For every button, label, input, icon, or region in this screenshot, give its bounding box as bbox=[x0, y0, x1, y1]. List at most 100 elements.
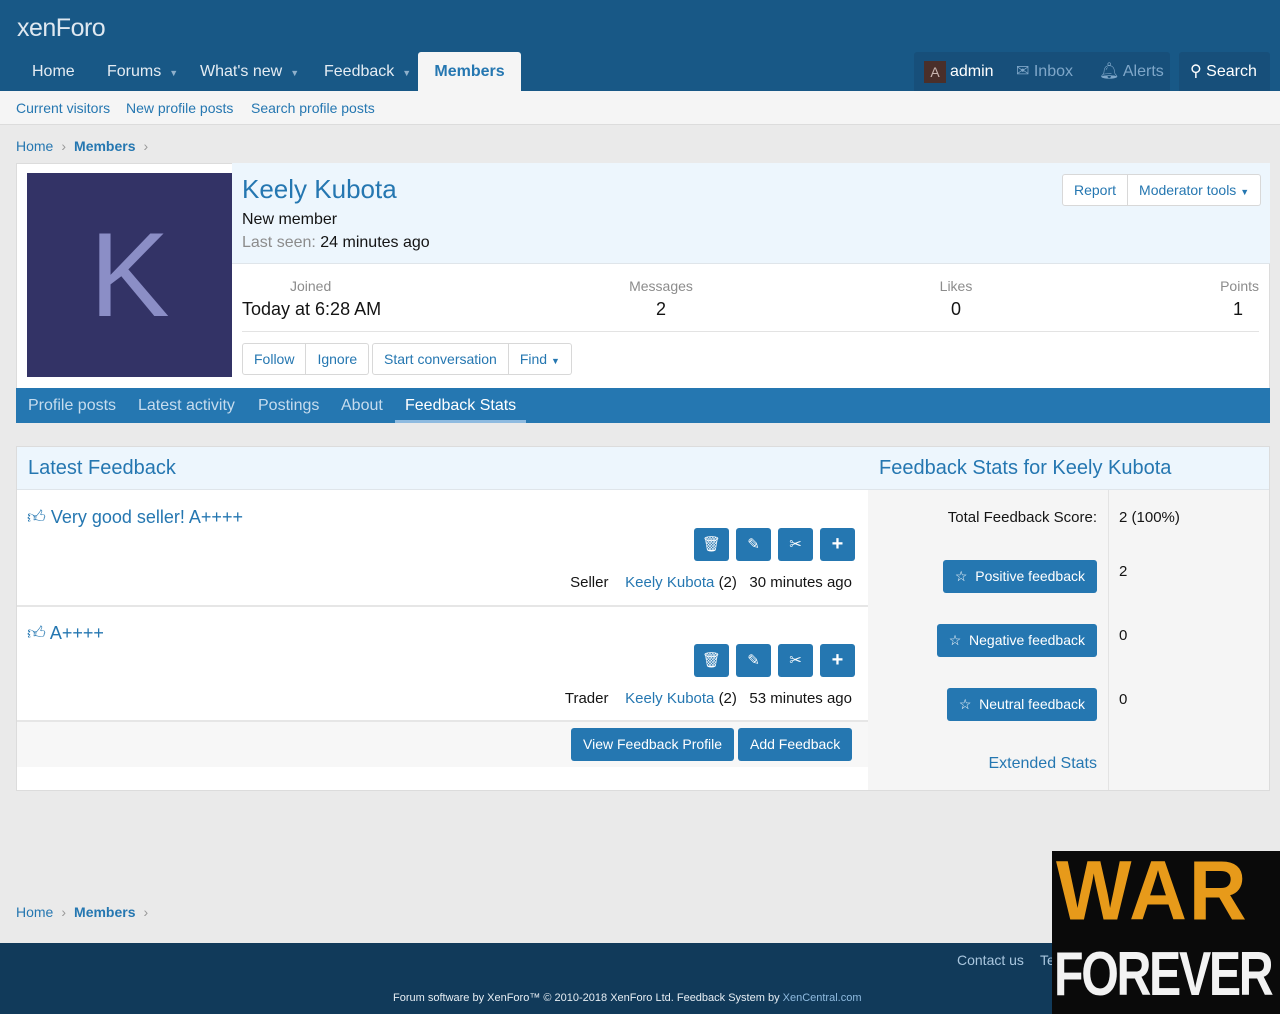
button-label: Negative feedback bbox=[969, 632, 1085, 648]
delete-icon[interactable]: 🗑︎ bbox=[694, 644, 729, 677]
stat-likes-value: 0 bbox=[950, 299, 961, 319]
divider bbox=[17, 605, 868, 607]
feedback-meta: Trader Keely Kubota (2) 53 minutes ago bbox=[565, 690, 852, 707]
bell-icon: 🔔︎ bbox=[1099, 63, 1120, 80]
edit-pencil-icon[interactable]: ✎ bbox=[736, 644, 771, 677]
tab-postings[interactable]: Postings bbox=[258, 388, 319, 423]
follow-ignore-group: Follow Ignore bbox=[242, 343, 370, 375]
alerts-label: Alerts bbox=[1122, 63, 1164, 80]
scissors-icon[interactable]: ✂ bbox=[778, 644, 813, 677]
star-icon: ☆ bbox=[948, 632, 962, 648]
feedback-item-title[interactable]: 👍︎ A++++ bbox=[27, 622, 104, 644]
delete-icon[interactable]: 🗑︎ bbox=[694, 528, 729, 561]
breadcrumb-home[interactable]: Home bbox=[16, 904, 53, 920]
copyright: Forum software by XenForo™ © 2010-2018 X… bbox=[393, 992, 862, 1004]
envelope-icon: ✉ bbox=[1016, 63, 1030, 80]
tab-latest-activity[interactable]: Latest activity bbox=[138, 388, 235, 423]
feedback-time: 53 minutes ago bbox=[749, 690, 852, 707]
inbox-label: Inbox bbox=[1033, 63, 1073, 80]
stat-likes-label: Likes bbox=[939, 278, 973, 294]
breadcrumb-members[interactable]: Members bbox=[74, 904, 135, 920]
stat-messages-label: Messages bbox=[629, 278, 693, 294]
feedback-stats-title: Feedback Stats for Keely Kubota bbox=[879, 457, 1172, 479]
add-feedback-button[interactable]: Add Feedback bbox=[738, 728, 853, 761]
breadcrumb-members[interactable]: Members bbox=[74, 138, 135, 154]
caret-down-icon[interactable]: ▼ bbox=[169, 68, 178, 78]
caret-down-icon[interactable]: ▼ bbox=[290, 68, 299, 78]
feedback-user-link[interactable]: Keely Kubota bbox=[625, 574, 714, 591]
user-title: New member bbox=[242, 211, 338, 228]
last-seen-value: 24 minutes ago bbox=[320, 234, 430, 251]
positive-count: 2 bbox=[1119, 563, 1128, 580]
thumbs-up-icon: 👍︎ bbox=[27, 623, 46, 643]
tab-feedback-stats[interactable]: Feedback Stats bbox=[395, 388, 527, 423]
caret-down-icon[interactable]: ▼ bbox=[402, 68, 411, 78]
stat-messages-value[interactable]: 2 bbox=[611, 299, 711, 320]
current-visitors-link[interactable]: Current visitors bbox=[16, 100, 110, 116]
negative-count: 0 bbox=[1119, 627, 1128, 644]
nav-feedback[interactable]: Feedback ▼ bbox=[324, 52, 411, 91]
alerts-link[interactable]: 🔔︎ Alerts bbox=[1099, 52, 1164, 92]
moderator-tools-button[interactable]: Moderator tools ▼ bbox=[1128, 174, 1262, 206]
contact-us-link[interactable]: Contact us bbox=[957, 952, 1024, 968]
nav-label: Feedback bbox=[324, 63, 395, 80]
breadcrumb-home[interactable]: Home bbox=[16, 138, 53, 154]
chevron-right-icon: › bbox=[143, 138, 149, 154]
button-label: Positive feedback bbox=[975, 568, 1085, 584]
profile-top-buttons: Report Moderator tools ▼ bbox=[1062, 174, 1262, 206]
start-conversation-button[interactable]: Start conversation bbox=[372, 343, 509, 375]
stat-joined-value: Today at 6:28 AM bbox=[242, 299, 382, 319]
edit-pencil-icon[interactable]: ✎ bbox=[736, 528, 771, 561]
feedback-actions: 🗑︎ ✎ ✂ + bbox=[694, 644, 855, 677]
neutral-feedback-button[interactable]: ☆ Neutral feedback bbox=[946, 688, 1097, 721]
search-label: Search bbox=[1206, 63, 1257, 80]
stat-points-label: Points bbox=[1220, 278, 1259, 294]
feedback-role: Trader bbox=[564, 690, 609, 707]
feedback-count: (2) bbox=[718, 574, 737, 591]
follow-button[interactable]: Follow bbox=[242, 343, 307, 375]
nav-forums[interactable]: Forums ▼ bbox=[107, 52, 178, 91]
plus-icon[interactable]: + bbox=[820, 528, 855, 561]
nav-whats-new[interactable]: What's new ▼ bbox=[200, 52, 299, 91]
watermark-line2: FOREVER bbox=[1054, 940, 1274, 1009]
account-link[interactable]: Aadmin bbox=[924, 52, 994, 92]
find-button[interactable]: Find ▼ bbox=[508, 343, 572, 375]
scissors-icon[interactable]: ✂ bbox=[778, 528, 813, 561]
conversation-find-group: Start conversation Find ▼ bbox=[372, 343, 572, 375]
chevron-right-icon: › bbox=[61, 904, 67, 920]
profile-avatar[interactable]: K bbox=[27, 173, 232, 377]
stat-points-value[interactable]: 1 bbox=[1160, 299, 1243, 320]
breadcrumb-bottom: Home › Members › bbox=[16, 904, 148, 920]
new-profile-posts-link[interactable]: New profile posts bbox=[126, 100, 233, 116]
button-label: Neutral feedback bbox=[979, 696, 1085, 712]
nav-members[interactable]: Members bbox=[418, 52, 521, 91]
plus-icon[interactable]: + bbox=[820, 644, 855, 677]
chevron-right-icon: › bbox=[143, 904, 149, 920]
tab-profile-posts[interactable]: Profile posts bbox=[28, 388, 116, 423]
feedback-item-title[interactable]: 👍︎ Very good seller! A++++ bbox=[27, 506, 243, 528]
extended-stats-link[interactable]: Extended Stats bbox=[988, 755, 1097, 773]
war-forever-watermark: WAR FOREVER bbox=[1052, 851, 1280, 1014]
report-button[interactable]: Report bbox=[1062, 174, 1129, 206]
view-feedback-profile-button[interactable]: View Feedback Profile bbox=[571, 728, 735, 761]
logo[interactable]: xenForo bbox=[17, 14, 106, 43]
negative-feedback-button[interactable]: ☆ Negative feedback bbox=[936, 624, 1097, 657]
last-seen: Last seen: 24 minutes ago bbox=[242, 234, 430, 252]
breadcrumb: Home › Members › bbox=[16, 138, 148, 154]
nav-home[interactable]: Home bbox=[32, 52, 75, 91]
search-profile-posts-link[interactable]: Search profile posts bbox=[251, 100, 375, 116]
feedback-user-link[interactable]: Keely Kubota bbox=[625, 690, 714, 707]
xencentral-link[interactable]: XenCentral.com bbox=[783, 992, 862, 1004]
nav-label: What's new bbox=[200, 63, 283, 80]
ignore-button[interactable]: Ignore bbox=[306, 343, 370, 375]
positive-feedback-button[interactable]: ☆ Positive feedback bbox=[942, 560, 1097, 593]
feedback-role: Seller bbox=[570, 574, 609, 591]
inbox-link[interactable]: ✉ Inbox bbox=[1016, 52, 1073, 92]
caret-down-icon: ▼ bbox=[550, 356, 560, 366]
caret-down-icon: ▼ bbox=[1240, 187, 1250, 197]
profile-name: Keely Kubota bbox=[242, 174, 397, 204]
nav-label: Home bbox=[32, 63, 75, 80]
search-button[interactable]: ⚲ Search bbox=[1190, 52, 1257, 92]
tab-about[interactable]: About bbox=[341, 388, 383, 423]
stat-joined-label: Joined bbox=[290, 278, 332, 294]
